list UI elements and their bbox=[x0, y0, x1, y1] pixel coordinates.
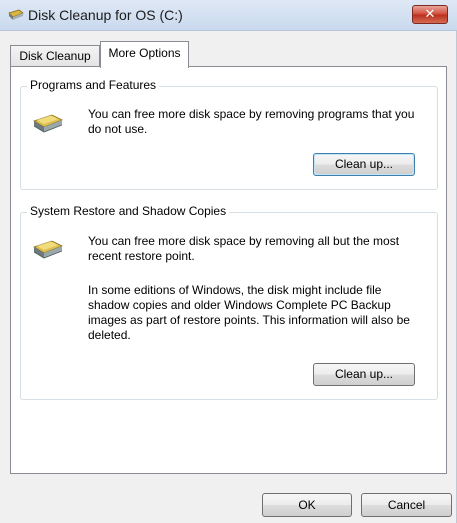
window-title: Disk Cleanup for OS (C:) bbox=[28, 7, 183, 23]
button-label: Clean up... bbox=[334, 367, 394, 381]
close-button[interactable]: ✕ bbox=[412, 5, 448, 24]
tab-more-options[interactable]: More Options bbox=[100, 41, 189, 68]
close-icon: ✕ bbox=[424, 7, 436, 22]
drive-icon bbox=[33, 114, 63, 133]
restore-clean-up-button[interactable]: Clean up... bbox=[313, 363, 415, 386]
programs-clean-up-button[interactable]: Clean up... bbox=[313, 153, 415, 176]
group-title: System Restore and Shadow Copies bbox=[27, 204, 230, 218]
button-label: Cancel bbox=[387, 498, 426, 512]
button-label: Clean up... bbox=[334, 157, 394, 171]
system-restore-group: System Restore and Shadow Copies You can… bbox=[20, 204, 438, 400]
cancel-button[interactable]: Cancel bbox=[361, 493, 452, 517]
programs-and-features-group: Programs and Features You can free more … bbox=[20, 78, 438, 190]
restore-note: In some editions of Windows, the disk mi… bbox=[88, 283, 410, 342]
button-label: OK bbox=[298, 498, 316, 512]
disk-cleanup-window: Disk Cleanup for OS (C:) ✕ Disk Cleanup … bbox=[0, 0, 457, 523]
tab-disk-cleanup[interactable]: Disk Cleanup bbox=[10, 45, 100, 67]
disk-cleanup-app-icon bbox=[8, 9, 24, 20]
ok-button[interactable]: OK bbox=[262, 493, 352, 517]
drive-icon bbox=[33, 240, 63, 259]
programs-description: You can free more disk space by removing… bbox=[88, 107, 415, 136]
restore-description: You can free more disk space by removing… bbox=[88, 234, 400, 263]
title-bar[interactable]: Disk Cleanup for OS (C:) ✕ bbox=[0, 0, 457, 31]
group-title: Programs and Features bbox=[27, 78, 160, 92]
